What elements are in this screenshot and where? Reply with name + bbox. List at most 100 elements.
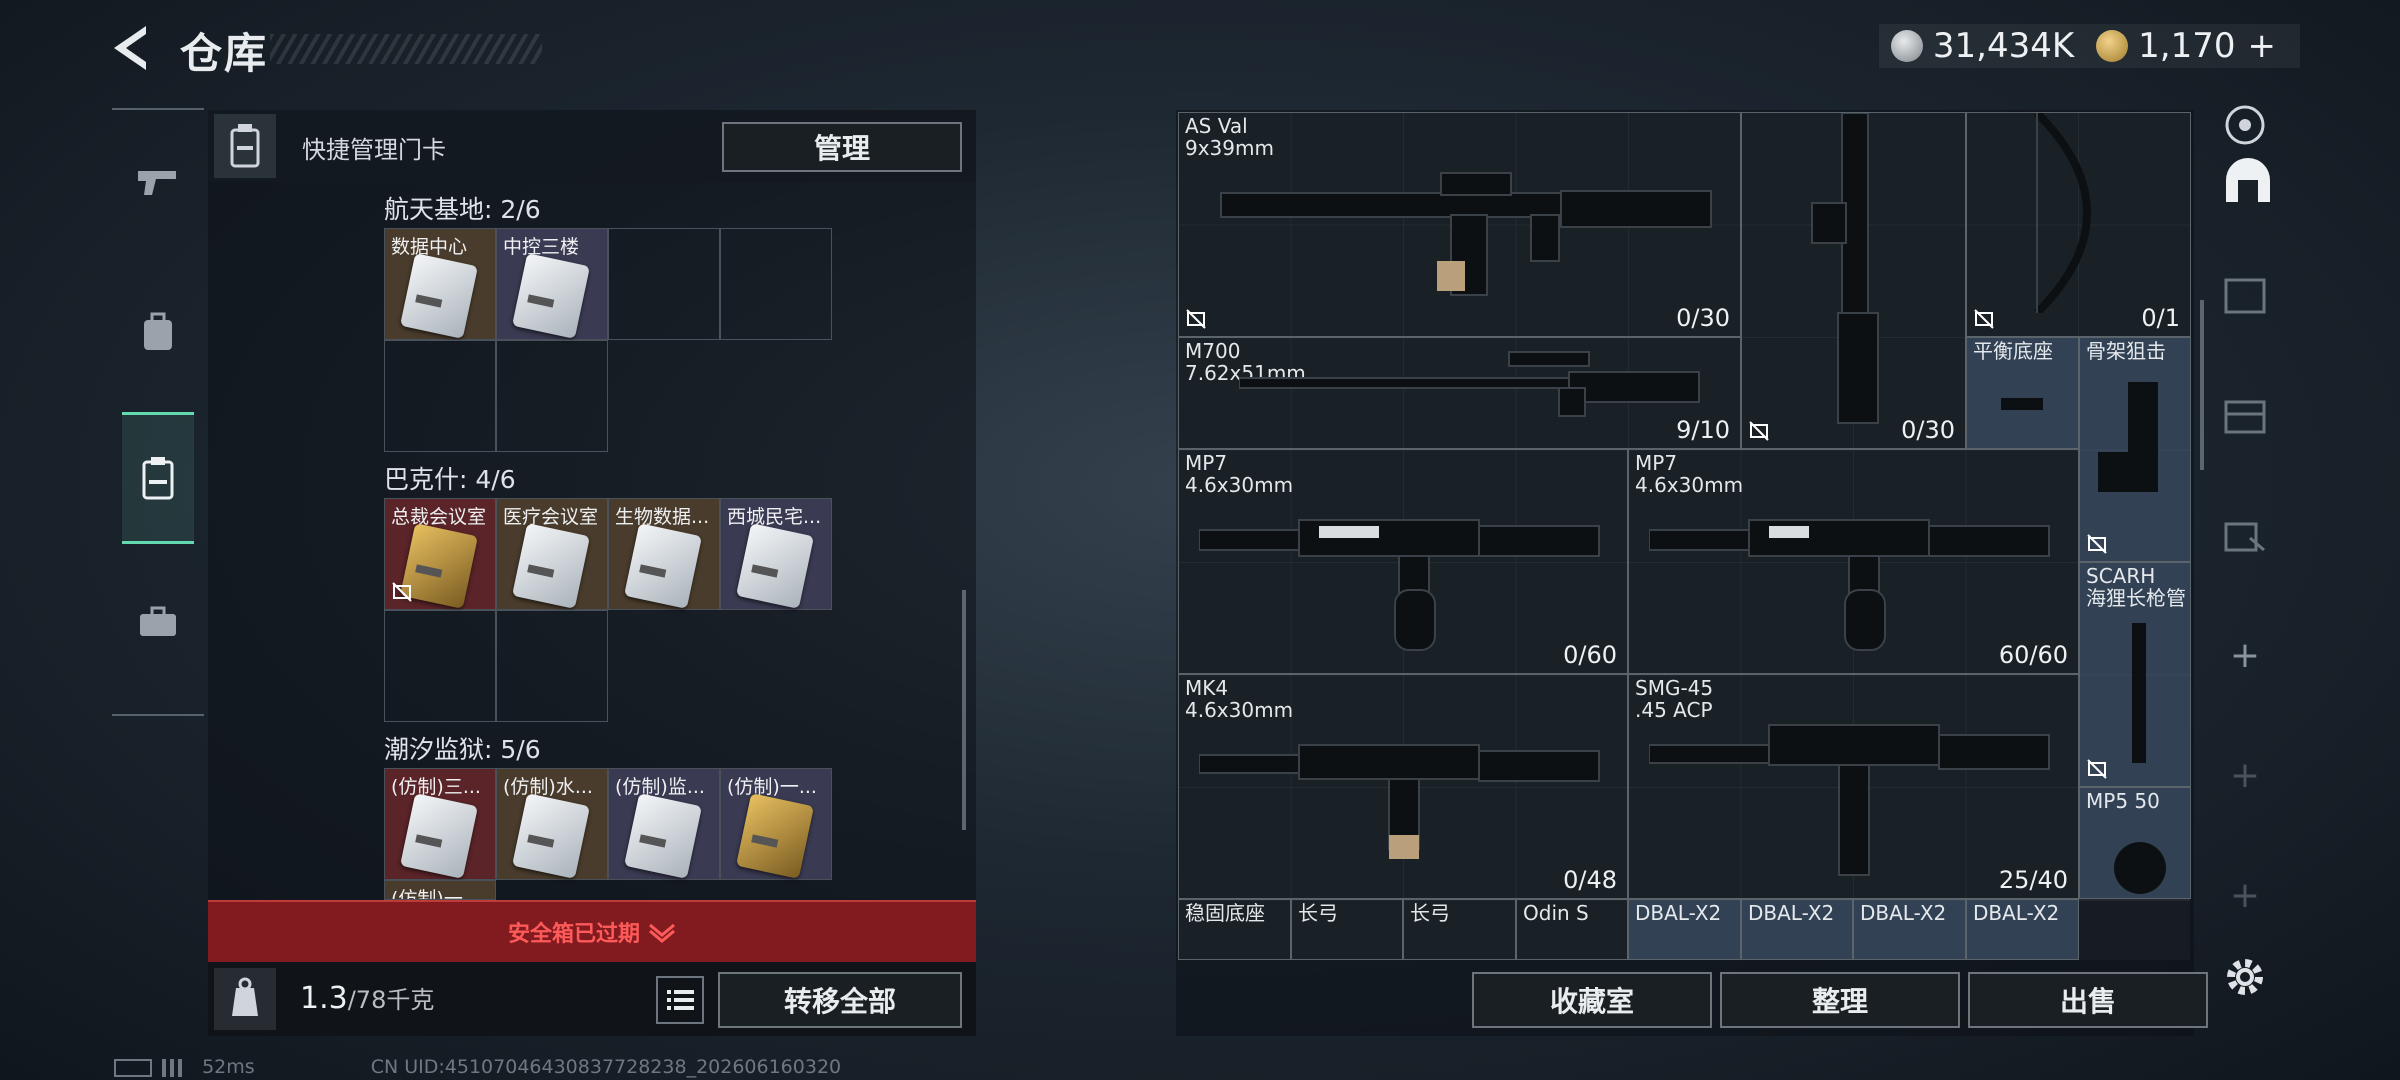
weapon-item-as-val[interactable]: AS Val 9x39mm 0/30 (1178, 112, 1741, 337)
list-view-button[interactable] (656, 976, 704, 1024)
safehouse-icon[interactable] (2220, 152, 2276, 208)
scrollbar[interactable] (962, 590, 966, 830)
keycard-slot[interactable]: 中控三楼 (496, 228, 608, 340)
item-name: 骨架狙击 (2086, 339, 2166, 363)
keycard-slot[interactable]: (仿制)一... (720, 768, 832, 880)
add-currency-button[interactable]: + (2248, 26, 2277, 66)
keycard-slot[interactable]: 总裁会议室 (384, 498, 496, 610)
keycard-image (400, 253, 478, 339)
keycard-slot[interactable]: (仿制)监... (608, 768, 720, 880)
weapon-item-m700[interactable]: M700 7.62x51mm 9/10 (1178, 337, 1741, 449)
item-name: 稳固底座 (1185, 901, 1265, 925)
bow-icon (2034, 113, 2091, 313)
smg-icon (1199, 519, 1600, 651)
workbench-icon[interactable] (2220, 270, 2270, 320)
keycard-image (736, 523, 814, 609)
back-arrow-icon[interactable] (108, 22, 152, 74)
weapon-item-mp7[interactable]: MP7 4.6x30mm 60/60 (1628, 449, 2079, 674)
signal-icon (162, 1058, 193, 1077)
nav-weapons[interactable] (122, 132, 194, 232)
organize-button[interactable]: 整理 (1720, 972, 1960, 1028)
safebox-expired-banner[interactable]: 安全箱已过期 (208, 900, 976, 962)
attachment-item[interactable]: 骨架狙击 (2079, 337, 2191, 562)
attachment-item[interactable]: Odin S (1516, 899, 1628, 960)
item-name: DBAL-X2 (1860, 901, 1947, 925)
attachment-item[interactable]: DBAL-X2 (1741, 899, 1853, 960)
keycard-slot[interactable]: (仿制)一... (384, 880, 496, 900)
add-icon[interactable]: + (2220, 750, 2270, 800)
rifle-vertical-icon (1811, 113, 1879, 424)
keycard-slot[interactable]: 数据中心 (384, 228, 496, 340)
page-title: 仓库 (180, 29, 269, 78)
keycard-image (512, 793, 590, 879)
settings-icon[interactable] (2220, 952, 2270, 1002)
keycard-image (736, 793, 814, 879)
no-insurance-icon (2087, 759, 2107, 779)
attachment-item[interactable]: 长弓 (1291, 899, 1403, 960)
item-name: M700 (1185, 339, 1241, 363)
empty-slot[interactable] (496, 610, 608, 722)
stock-icon (2098, 382, 2158, 492)
attachment-item[interactable]: 平衡底座 (1966, 337, 2079, 449)
attachment-item[interactable]: DBAL-X2 (1628, 899, 1741, 960)
ammo-count: 0/30 (1901, 416, 1955, 444)
attachment-item[interactable]: 长弓 (1403, 899, 1516, 960)
keycard-image (624, 793, 702, 879)
empty-slot[interactable] (496, 340, 608, 452)
keycard-slot[interactable]: 生物数据... (608, 498, 720, 610)
keycard-slot[interactable]: 医疗会议室 (496, 498, 608, 610)
keycard-slot[interactable]: (仿制)水... (496, 768, 608, 880)
keycard-slot[interactable]: (仿制)三... (384, 768, 496, 880)
manage-button[interactable]: 管理 (722, 122, 962, 172)
keycard-image (512, 253, 590, 339)
left-category-nav (112, 108, 204, 716)
attachment-item[interactable]: DBAL-X2 (1853, 899, 1966, 960)
smg-icon (1649, 724, 2050, 876)
ammo-count: 0/1 (2141, 304, 2180, 332)
attachment-item-mp5-mag[interactable]: MP5 50 (2079, 787, 2191, 899)
collection-room-button[interactable]: 收藏室 (1472, 972, 1712, 1028)
attachment-item[interactable]: DBAL-X2 (1966, 899, 2079, 960)
empty-slot[interactable] (384, 340, 496, 452)
no-insurance-icon (392, 582, 412, 602)
nav-equipment[interactable] (122, 282, 194, 382)
weight-icon (214, 968, 276, 1030)
keycard-image (512, 523, 590, 609)
ammo-count: 60/60 (1998, 641, 2068, 669)
item-name: MP7 (1185, 451, 1228, 475)
empty-slot[interactable] (384, 610, 496, 722)
keycard-image (624, 523, 702, 609)
add-icon[interactable]: + (2220, 870, 2270, 920)
nav-items[interactable] (122, 572, 194, 672)
add-icon[interactable]: + (2220, 630, 2270, 680)
weapon-item-mk4[interactable]: MK4 4.6x30mm 0/48 (1178, 674, 1628, 899)
weapon-item-bow[interactable]: 0/1 (1966, 112, 2191, 337)
weapon-item-rifle[interactable]: 0/30 (1741, 112, 1966, 449)
target-icon[interactable] (2220, 100, 2270, 150)
item-name: DBAL-X2 (1973, 901, 2060, 925)
transfer-icon[interactable] (2220, 510, 2270, 560)
stash-tabs: + + + (2200, 105, 2288, 1036)
rifle-icon (1199, 744, 1600, 859)
transfer-all-button[interactable]: 转移全部 (718, 972, 962, 1028)
empty-slot[interactable] (608, 228, 720, 340)
attachment-item-scarh-barrel[interactable]: SCARH 海狸长枪管 (2079, 562, 2191, 787)
currency-bar: 31,434K 1,170 + (1878, 24, 2300, 68)
empty-slot[interactable] (720, 228, 832, 340)
item-name: 平衡底座 (1973, 339, 2053, 363)
storage-icon[interactable] (2220, 390, 2270, 440)
nav-keycards[interactable] (122, 412, 194, 544)
weapon-item-mp7[interactable]: MP7 4.6x30mm 0/60 (1178, 449, 1628, 674)
title-decoration (270, 34, 542, 64)
smg-icon (1649, 519, 2050, 651)
attachment-item[interactable]: 稳固底座 (1178, 899, 1291, 960)
backpack-icon (144, 312, 172, 350)
zone-title-bakush: 巴克什: 4/6 (384, 465, 516, 494)
item-subname: 海狸长枪管 (2086, 586, 2186, 610)
weapon-item-smg45[interactable]: SMG-45 .45 ACP 25/40 (1628, 674, 2079, 899)
item-name: SMG-45 (1635, 676, 1714, 700)
sell-button[interactable]: 出售 (1968, 972, 2208, 1028)
keycard-slot[interactable]: 西城民宅... (720, 498, 832, 610)
item-name: SCARH (2086, 564, 2156, 588)
gold-currency-value: 1,170 (2138, 26, 2236, 66)
